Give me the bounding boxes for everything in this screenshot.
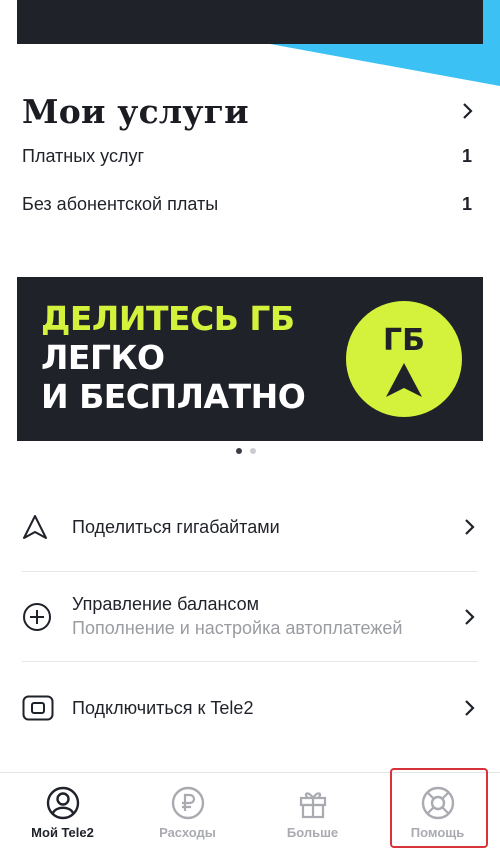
tab-expenses[interactable]: Расходы [125,773,250,850]
tab-help[interactable]: Помощь [375,773,500,850]
balance-management-title: Управление балансом [72,594,260,614]
connect-tele2-item[interactable]: Подключиться к Tele2 [22,662,478,754]
banner-line-3: И БЕСПЛАТНО [41,377,306,416]
sim-card-icon [22,695,54,721]
share-gigabytes-item[interactable]: Поделиться гигабайтами [22,483,478,572]
chevron-right-icon [463,103,473,119]
my-services-section: Мои услуги Платных услуг 1 Без абонентск… [22,88,478,215]
tab-more[interactable]: Больше [250,773,375,850]
chevron-right-icon [465,700,475,716]
carousel-dots [236,448,256,454]
tab-my-tele2[interactable]: Мой Tele2 [0,773,125,850]
tab-expenses-label: Расходы [159,825,216,840]
page-title: Мои услуги [22,91,249,131]
gift-icon [299,792,326,819]
gb-badge-label: ГБ [383,323,425,358]
free-services-count: 1 [461,194,472,214]
carousel-dot[interactable] [250,448,256,454]
triangle-arrow-icon [22,514,54,540]
tab-help-label: Помощь [410,825,465,840]
lifebuoy-icon [421,786,454,820]
paid-services-row[interactable]: Платных услуг 1 [22,146,478,167]
actions-menu: Поделиться гигабайтами Управление баланс… [22,483,478,754]
top-banner-strip [0,0,500,86]
balance-management-item[interactable]: Управление балансом Пополнение и настрой… [22,572,478,662]
gb-badge: ГБ [346,301,462,417]
top-dark-card[interactable] [17,0,483,44]
banner-text: ДЕЛИТЕСЬ ГБ ЛЕГКО И БЕСПЛАТНО [41,299,306,416]
promo-banner[interactable]: ДЕЛИТЕСЬ ГБ ЛЕГКО И БЕСПЛАТНО ГБ [17,277,483,441]
arrow-up-icon [386,363,422,397]
balance-management-text: Управление балансом Пополнение и настрой… [72,594,462,639]
ruble-icon [171,786,204,820]
profile-icon [46,786,79,820]
share-gigabytes-text: Поделиться гигабайтами [72,517,462,538]
chevron-right-icon [465,608,475,625]
paid-services-count: 1 [461,146,472,166]
my-services-header[interactable]: Мои услуги [22,88,478,134]
balance-management-subtitle: Пополнение и настройка автоплатежей [72,618,403,638]
plus-circle-icon [22,602,54,632]
banner-headline: ДЕЛИТЕСЬ ГБ [41,299,295,338]
chevron-right-icon [465,519,475,535]
free-services-label: Без абонентской платы [22,194,219,214]
bottom-tab-bar: Мой Tele2 Расходы Больше Помощь [0,772,500,850]
paid-services-label: Платных услуг [22,146,145,166]
tab-more-label: Больше [286,825,339,840]
connect-tele2-title: Подключиться к Tele2 [72,697,254,718]
share-gigabytes-title: Поделиться гигабайтами [72,516,280,537]
banner-line-2: ЛЕГКО [41,338,165,377]
free-services-row[interactable]: Без абонентской платы 1 [22,194,478,215]
connect-tele2-text: Подключиться к Tele2 [72,698,462,719]
tab-my-tele2-label: Мой Tele2 [31,825,94,840]
carousel-dot-active[interactable] [236,448,242,454]
